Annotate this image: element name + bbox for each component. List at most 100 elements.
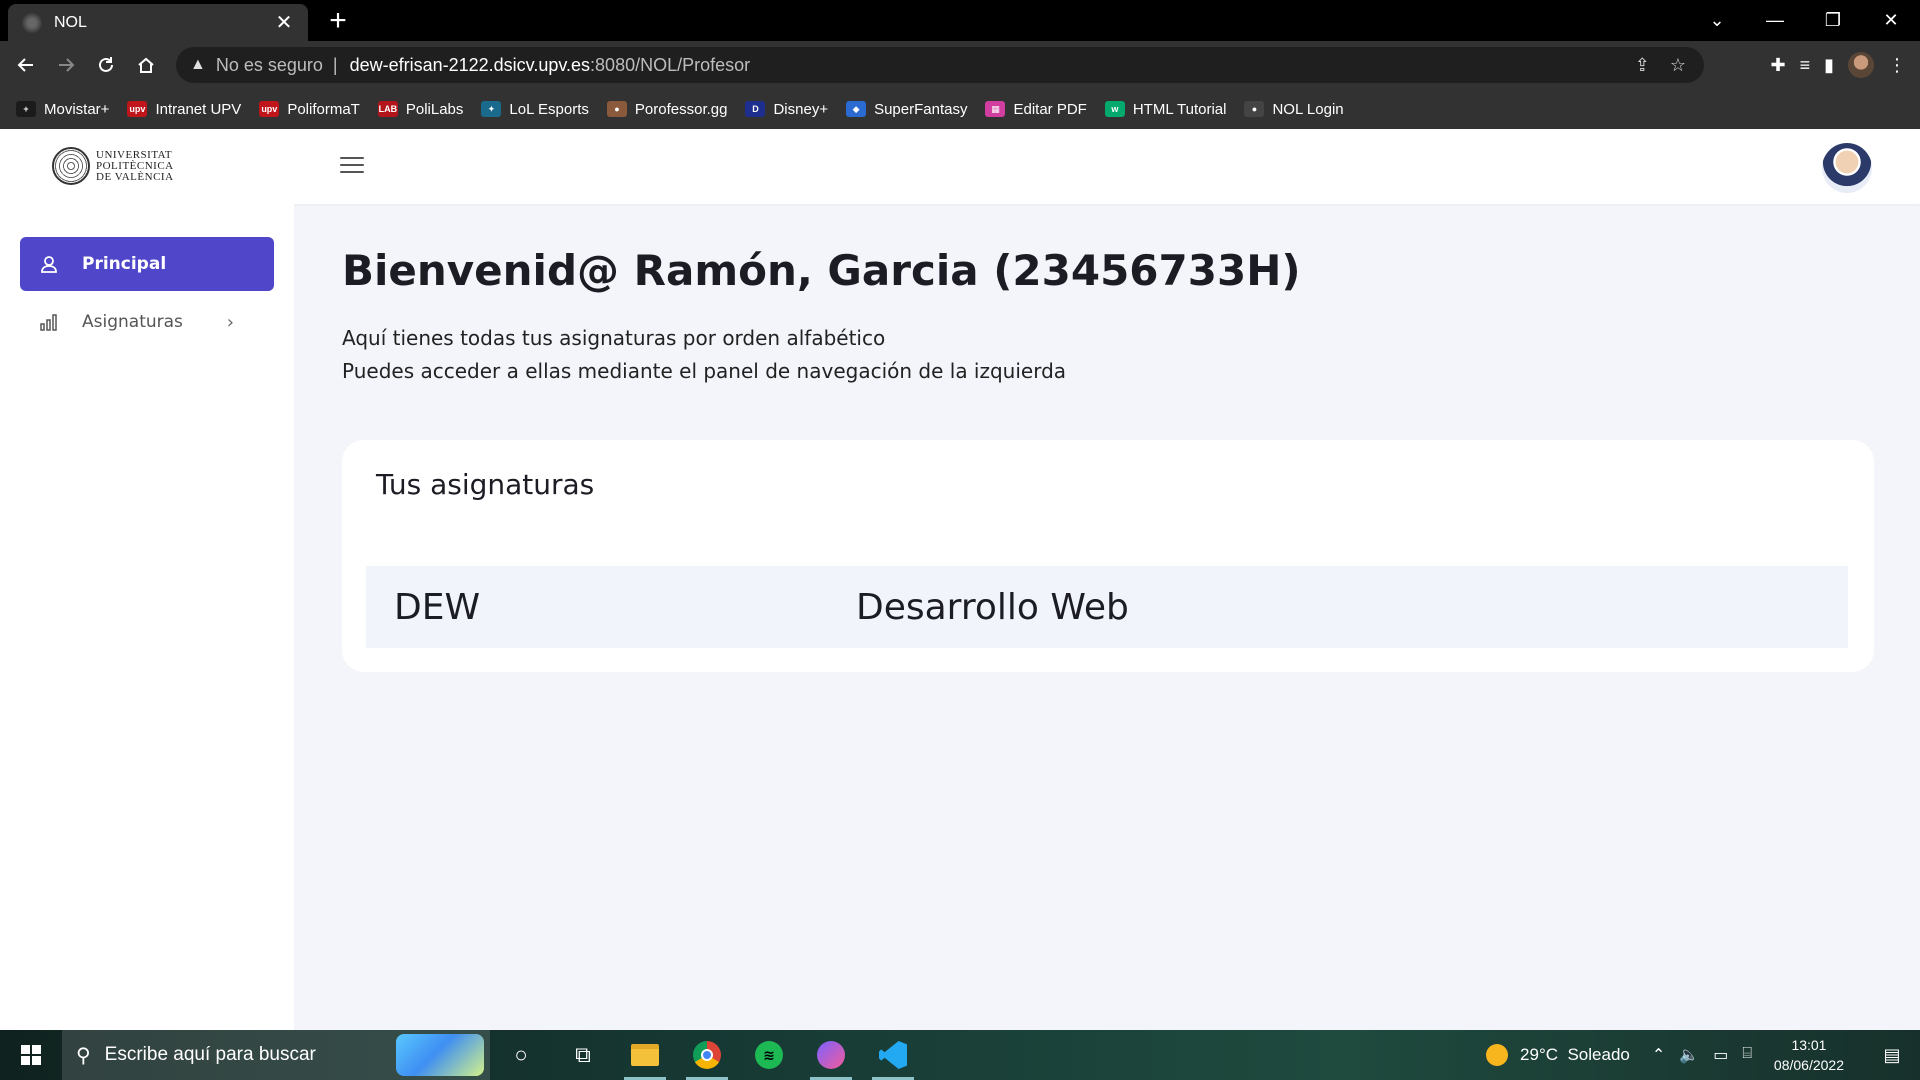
hamburger-bar	[340, 164, 364, 166]
window-controls: ⌄ — ❐ ✕	[1688, 0, 1920, 41]
browser-profile-avatar[interactable]	[1848, 52, 1874, 78]
close-window-button[interactable]: ✕	[1862, 0, 1920, 41]
clock-time: 13:01	[1791, 1037, 1827, 1053]
bookmark-item[interactable]: ✦ LoL Esports	[481, 101, 589, 118]
media-queue-icon[interactable]: ≡	[1800, 55, 1811, 76]
bookmark-item[interactable]: ● Porofessor.gg	[606, 100, 728, 118]
intro-line-1: Aquí tienes todas tus asignaturas por or…	[342, 326, 886, 350]
spotify-button[interactable]: ≋	[738, 1030, 800, 1080]
browser-tab-nol[interactable]: NOL ✕	[8, 4, 308, 41]
logo-line-2: POLITÈCNICA	[96, 159, 174, 172]
bookmark-item[interactable]: LAB PoliLabs	[377, 100, 464, 118]
bookmark-label: Movistar+	[44, 100, 110, 118]
user-icon	[38, 253, 60, 275]
subject-name: Desarrollo Web	[856, 586, 1129, 628]
tab-close-icon[interactable]: ✕	[274, 10, 294, 35]
bookmark-star-icon[interactable]: ☆	[1670, 55, 1686, 76]
reload-button[interactable]	[86, 45, 126, 85]
volume-icon[interactable]: 🔈	[1679, 1045, 1699, 1065]
notifications-icon[interactable]: ▤	[1872, 1045, 1912, 1066]
taskbar-search[interactable]: ⚲ Escribe aquí para buscar	[62, 1030, 490, 1080]
tray-icons: ⌃ 🔈 ▭ ⌸	[1652, 1045, 1752, 1065]
weather-widget[interactable]: 29°C Soleado	[1520, 1045, 1630, 1065]
chrome-icon	[693, 1041, 721, 1069]
bookmark-item[interactable]: D Disney+	[745, 101, 828, 118]
hamburger-menu-icon[interactable]	[340, 155, 364, 175]
bookmark-item[interactable]: w HTML Tutorial	[1104, 100, 1227, 118]
url-host: dew-efrisan-2122.dsicv.upv.es	[349, 54, 591, 75]
share-icon[interactable]: ⇪	[1635, 55, 1650, 76]
bookmark-label: Editar PDF	[1013, 100, 1087, 118]
subjects-card: Tus asignaturas DEW Desarrollo Web	[342, 440, 1874, 672]
browser-right-tools: ✚ ≡ ▮ ⋮	[1770, 45, 1906, 85]
new-tab-button[interactable]: +	[324, 6, 352, 36]
folder-icon	[631, 1044, 659, 1066]
bookmark-label: PoliLabs	[405, 100, 464, 118]
user-avatar[interactable]	[1822, 143, 1872, 193]
bookmark-item[interactable]: ● NOL Login	[1244, 101, 1344, 118]
bookmark-item[interactable]: ▦ Editar PDF	[985, 100, 1087, 118]
bookmark-item[interactable]: + Movistar+	[16, 101, 109, 118]
sidebar: Principal Asignaturas ›	[0, 204, 294, 1030]
app-button[interactable]	[800, 1030, 862, 1080]
bookmark-label: Disney+	[773, 100, 829, 118]
network-icon[interactable]: ⌸	[1742, 1045, 1752, 1065]
sidebar-item-principal[interactable]: Principal	[20, 237, 274, 291]
app-icon	[817, 1041, 845, 1069]
intro-line-2: Puedes acceder a ellas mediante el panel…	[342, 359, 1067, 383]
sidebar-item-label: Principal	[82, 254, 167, 274]
logo-line-3: DE VALÈNCIA	[96, 170, 174, 183]
bookmark-item[interactable]: ◆ SuperFantasy	[846, 101, 967, 118]
search-highlight-image[interactable]	[396, 1034, 484, 1076]
windows-taskbar: ⚲ Escribe aquí para buscar ○ ⧉ ≋ 29°C So…	[0, 1030, 1920, 1080]
address-bar[interactable]: ▲ No es seguro | dew-efrisan-2122.dsicv.…	[176, 47, 1704, 83]
chevron-up-icon[interactable]: ⌃	[1652, 1045, 1665, 1065]
task-view-button[interactable]: ⧉	[552, 1030, 614, 1080]
address-separator: |	[332, 54, 338, 75]
chevron-right-icon: ›	[226, 311, 234, 333]
home-button[interactable]	[126, 45, 166, 85]
cortana-button[interactable]: ○	[490, 1030, 552, 1080]
taskbar-clock[interactable]: 13:01 08/06/2022	[1774, 1035, 1844, 1075]
restore-button[interactable]: ❐	[1804, 0, 1862, 41]
weather-desc: Soleado	[1567, 1045, 1630, 1064]
tab-search-button[interactable]: ⌄	[1688, 0, 1746, 41]
bookmark-label: Porofessor.gg	[634, 100, 728, 118]
bookmark-label: LoL Esports	[509, 100, 589, 118]
battery-icon[interactable]: ▭	[1713, 1045, 1728, 1065]
minimize-button[interactable]: —	[1746, 0, 1804, 41]
search-icon: ⚲	[76, 1044, 91, 1067]
windows-logo-icon	[21, 1045, 41, 1065]
hamburger-bar	[340, 171, 364, 173]
bookmark-item[interactable]: upv Intranet UPV	[127, 101, 241, 118]
chrome-button[interactable]	[676, 1030, 738, 1080]
logo-line-1: UNIVERSITAT	[96, 148, 173, 161]
extensions-puzzle-icon[interactable]: ✚	[1770, 55, 1785, 76]
start-button[interactable]	[0, 1030, 62, 1080]
bookmark-favicon-icon: +	[16, 101, 36, 117]
side-panel-icon[interactable]: ▮	[1824, 55, 1834, 76]
sun-icon[interactable]	[1486, 1044, 1509, 1066]
file-explorer-button[interactable]	[614, 1030, 676, 1080]
subject-row[interactable]: DEW Desarrollo Web	[366, 566, 1848, 648]
page-title: Bienvenid@ Ramón, Garcia (23456733H)	[342, 246, 1301, 295]
bookmark-label: HTML Tutorial	[1132, 100, 1227, 118]
more-menu-icon[interactable]: ⋮	[1888, 55, 1906, 76]
bookmark-item[interactable]: upv PoliformaT	[259, 101, 360, 118]
vscode-button[interactable]	[862, 1030, 924, 1080]
weather-temp: 29°C	[1520, 1045, 1559, 1064]
sidebar-item-label: Asignaturas	[82, 312, 183, 332]
upv-logo[interactable]: UNIVERSITAT POLITÈCNICA DE VALÈNCIA	[52, 147, 174, 185]
bookmark-label: Intranet UPV	[155, 100, 242, 118]
omnibox-actions: ⇪ ☆	[1635, 47, 1686, 83]
upv-seal-icon	[52, 147, 90, 185]
sidebar-item-asignaturas[interactable]: Asignaturas ›	[20, 295, 274, 349]
page-header: UNIVERSITAT POLITÈCNICA DE VALÈNCIA	[0, 129, 1920, 204]
forward-button[interactable]	[46, 45, 86, 85]
spotify-icon: ≋	[755, 1041, 783, 1069]
bookmark-label: SuperFantasy	[874, 100, 968, 118]
warning-triangle-icon[interactable]: ▲	[190, 56, 206, 74]
bookmark-favicon-icon: upv	[127, 101, 148, 117]
back-button[interactable]	[6, 45, 46, 85]
insecure-label[interactable]: No es seguro	[216, 55, 323, 76]
